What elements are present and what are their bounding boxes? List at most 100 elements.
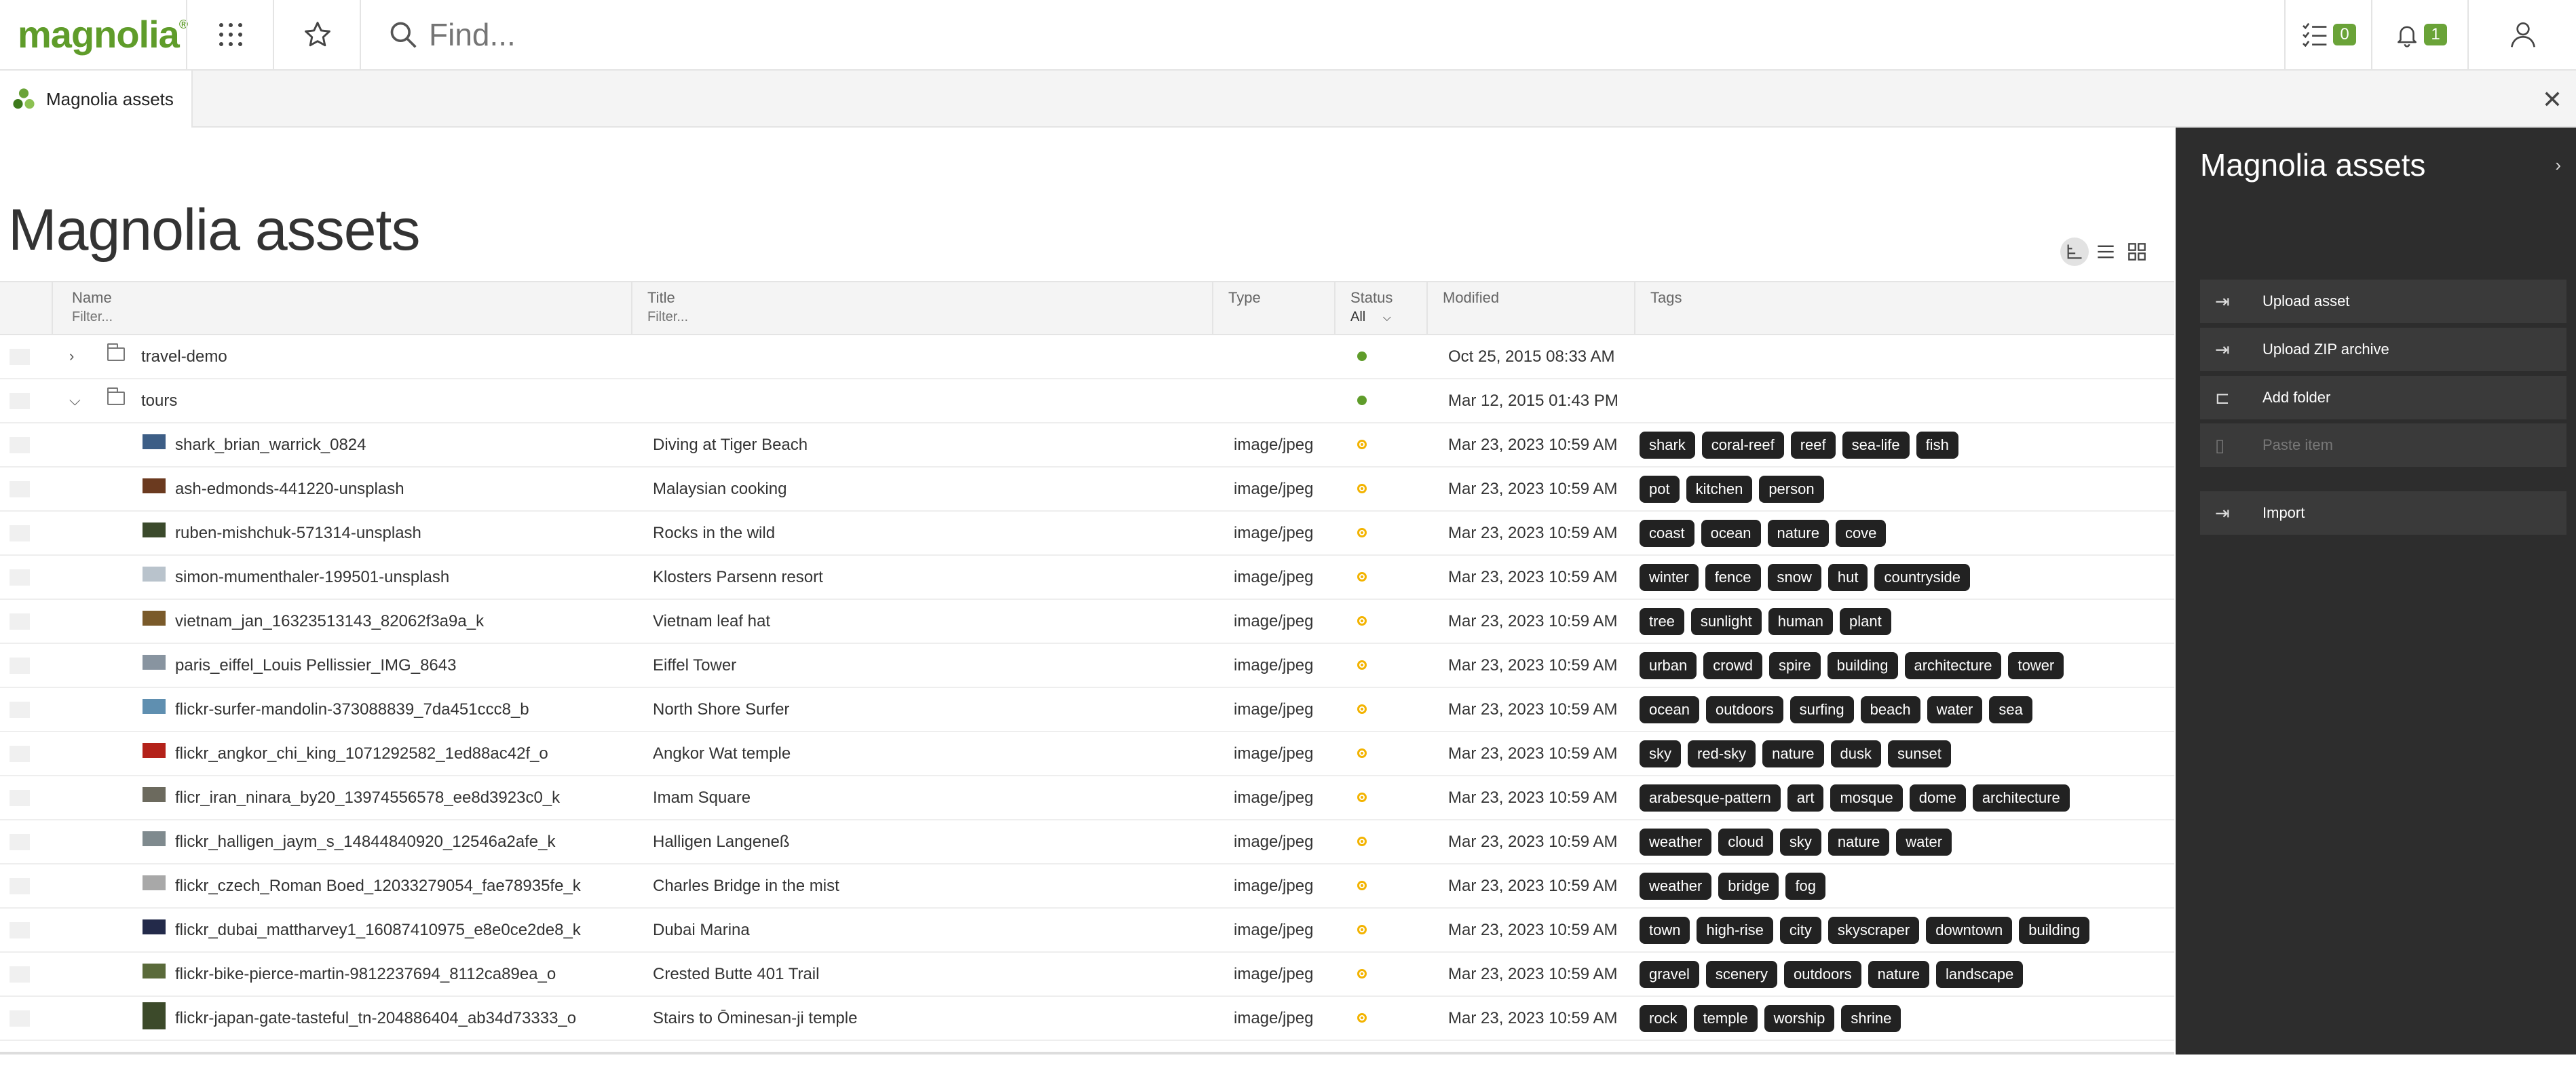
tag-chip[interactable]: water [1896,829,1952,856]
table-row[interactable]: flickr-japan-gate-tasteful_tn-204886404_… [0,997,2174,1041]
folder-row[interactable]: › travel-demo Oct 25, 2015 08:33 AM [0,335,2174,379]
table-row[interactable]: ash-edmonds-441220-unsplash Malaysian coo… [0,468,2174,512]
tag-chip[interactable]: plant [1840,608,1891,635]
title-column-header[interactable]: Title [632,282,1213,334]
tag-chip[interactable]: temple [1693,1005,1758,1032]
action-upload-asset[interactable]: ⇥ Upload asset [2200,280,2566,323]
row-checkbox[interactable] [10,569,30,586]
tag-chip[interactable]: rock [1640,1005,1687,1032]
tag-chip[interactable]: nature [1762,740,1824,767]
tag-chip[interactable]: winter [1640,564,1699,591]
select-all-column[interactable] [0,282,53,334]
tag-chip[interactable]: ocean [1640,696,1699,723]
table-row[interactable]: flickr_dubai_mattharvey1_16087410975_e8e… [0,909,2174,953]
row-checkbox[interactable] [10,834,30,850]
tag-chip[interactable]: dusk [1830,740,1881,767]
tag-chip[interactable]: outdoors [1705,696,1783,723]
tag-chip[interactable]: fish [1916,432,1958,459]
tag-chip[interactable]: tower [2008,652,2064,679]
tag-chip[interactable]: spire [1768,652,1821,679]
tag-chip[interactable]: fence [1705,564,1761,591]
tag-chip[interactable]: tree [1640,608,1684,635]
row-checkbox[interactable] [10,437,30,453]
tag-chip[interactable]: nature [1868,961,1929,988]
notifications-button[interactable]: 1 [2371,0,2469,69]
tag-chip[interactable]: urban [1640,652,1697,679]
tasks-button[interactable]: 0 [2284,0,2372,69]
tag-chip[interactable]: art [1787,784,1824,812]
favorites-button[interactable] [273,0,361,69]
magnolia-logo[interactable]: magnolia® [18,12,188,56]
table-row[interactable]: ruben-mishchuk-571314-unsplash Rocks in t… [0,512,2174,556]
tag-chip[interactable]: sunlight [1690,608,1762,635]
tag-chip[interactable]: reef [1790,432,1836,459]
tag-chip[interactable]: fog [1785,873,1826,900]
tag-chip[interactable]: landscape [1935,961,2024,988]
action-upload-zip-archive[interactable]: ⇥ Upload ZIP archive [2200,328,2566,371]
table-row[interactable]: simon-mumenthaler-199501-unsplash Kloster… [0,556,2174,600]
table-row[interactable]: vietnam_jan_16323513143_82062f3a9a_k Viet… [0,600,2174,644]
row-checkbox[interactable] [10,393,30,409]
tag-chip[interactable]: dome [1909,784,1966,812]
search-bar[interactable] [360,0,2286,69]
tag-chip[interactable]: nature [1827,829,1890,856]
tag-chip[interactable]: kitchen [1686,476,1753,503]
search-input[interactable] [428,16,2262,54]
tag-chip[interactable]: countryside [1874,564,1970,591]
tag-chip[interactable]: coral-reef [1701,432,1784,459]
table-row[interactable]: flickr_czech_Roman Boed_12033279054_fae7… [0,864,2174,909]
list-view-button[interactable] [2091,238,2120,266]
tag-chip[interactable]: mosque [1830,784,1903,812]
title-filter-input[interactable] [647,309,783,325]
tag-chip[interactable]: water [1927,696,1983,723]
chevron-down-icon[interactable]: ⌵ [69,392,81,409]
folder-row[interactable]: ⌵ tours Mar 12, 2015 01:43 PM [0,379,2174,423]
tag-chip[interactable]: downtown [1926,917,2013,944]
tag-chip[interactable]: sky [1640,740,1681,767]
tag-chip[interactable]: scenery [1705,961,1777,988]
tag-chip[interactable]: sea-life [1842,432,1910,459]
tag-chip[interactable]: nature [1767,520,1829,547]
table-row[interactable]: paris_eiffel_Louis Pellissier_IMG_8643 Ei… [0,644,2174,688]
tag-chip[interactable]: gravel [1640,961,1699,988]
tag-chip[interactable]: hut [1827,564,1868,591]
table-row[interactable]: flickr-bike-pierce-martin-9812237694_811… [0,953,2174,997]
tag-chip[interactable]: arabesque-pattern [1640,784,1781,812]
tag-chip[interactable]: shrine [1841,1005,1901,1032]
row-checkbox[interactable] [10,702,30,718]
tag-chip[interactable]: skyscraper [1827,917,1920,944]
tag-chip[interactable]: pot [1640,476,1680,503]
tag-chip[interactable]: coast [1640,520,1694,547]
row-checkbox[interactable] [10,922,30,938]
row-checkbox[interactable] [10,525,30,542]
tag-chip[interactable]: cove [1835,520,1887,547]
chevron-right-icon[interactable]: › [2555,155,2561,176]
table-row[interactable]: flicr_iran_ninara_by20_13974556578_ee8d3… [0,776,2174,820]
modified-column-header[interactable]: Modified [1428,282,1635,334]
row-checkbox[interactable] [10,1010,30,1027]
tag-chip[interactable]: snow [1767,564,1821,591]
thumbnail-view-button[interactable] [2123,238,2151,266]
tag-chip[interactable]: sky [1779,829,1821,856]
table-row[interactable]: shark_brian_warrick_0824 Diving at Tiger … [0,423,2174,468]
row-checkbox[interactable] [10,966,30,983]
tab-magnolia-assets[interactable]: Magnolia assets [0,71,193,128]
row-checkbox[interactable] [10,878,30,894]
tag-chip[interactable]: outdoors [1783,961,1861,988]
tag-chip[interactable]: crowd [1703,652,1762,679]
row-checkbox[interactable] [10,613,30,630]
chevron-right-icon[interactable]: › [69,347,74,365]
tag-chip[interactable]: surfing [1789,696,1854,723]
action-import[interactable]: ⇥ Import [2200,491,2566,535]
status-column-header[interactable]: Status All ⌵ [1336,282,1428,334]
tag-chip[interactable]: bridge [1718,873,1779,900]
tag-chip[interactable]: building [2019,917,2090,944]
tag-chip[interactable]: architecture [1904,652,2002,679]
table-row[interactable]: flickr_angkor_chi_king_1071292582_1ed88a… [0,732,2174,776]
row-checkbox[interactable] [10,746,30,762]
tag-chip[interactable]: town [1640,917,1690,944]
tag-chip[interactable]: architecture [1972,784,2070,812]
horizontal-scrollbar[interactable] [0,1052,2174,1054]
name-column-header[interactable]: Name [53,282,632,334]
status-filter-select[interactable]: All ⌵ [1350,309,1426,325]
